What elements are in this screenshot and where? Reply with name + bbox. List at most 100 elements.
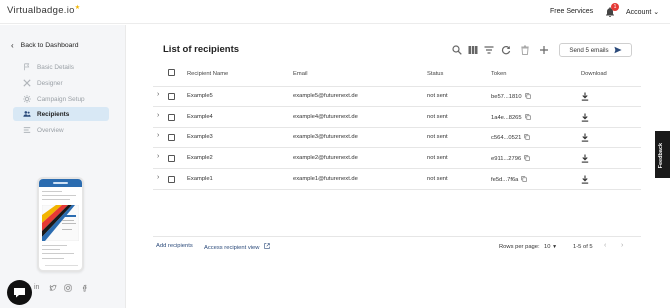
send-emails-button[interactable]: Send 5 emails bbox=[559, 43, 632, 57]
search-icon[interactable] bbox=[452, 45, 462, 55]
download-icon[interactable] bbox=[581, 113, 589, 122]
add-recipients-link[interactable]: Add recipients bbox=[156, 243, 193, 249]
token-value: c564...0521 bbox=[491, 135, 522, 141]
chevron-down-icon: ⌄ bbox=[653, 9, 660, 16]
instagram-icon[interactable] bbox=[64, 284, 72, 292]
table-row[interactable]: › Example2 example2@futurenext.de not sent e… bbox=[153, 148, 641, 169]
recipient-name: Example3 bbox=[187, 134, 213, 140]
column-header-name[interactable]: Recipient Name bbox=[187, 71, 228, 77]
certificate-preview-icon bbox=[42, 205, 79, 241]
recipient-email: example2@futurenext.de bbox=[293, 155, 358, 161]
sidebar-item-label: Campaign Setup bbox=[37, 95, 85, 103]
recipient-email: example5@futurenext.de bbox=[293, 93, 358, 99]
chat-button[interactable] bbox=[7, 280, 32, 305]
linkedin-icon[interactable]: in bbox=[34, 284, 39, 291]
copy-icon[interactable] bbox=[524, 93, 531, 99]
token-value: fe5d...7f6a bbox=[491, 177, 519, 183]
plus-icon[interactable] bbox=[539, 45, 549, 55]
token-value: e911...2796 bbox=[491, 156, 522, 162]
sidebar-item-campaign-setup[interactable]: Campaign Setup bbox=[13, 92, 109, 106]
copy-icon[interactable] bbox=[524, 155, 530, 161]
recipient-token: 1a4e...8265 bbox=[491, 114, 531, 121]
recipient-token: be57...1810 bbox=[491, 93, 531, 100]
download-icon[interactable] bbox=[581, 133, 589, 142]
account-menu[interactable]: Account ⌄ bbox=[626, 8, 659, 16]
recipient-status: not sent bbox=[427, 176, 448, 182]
tools-icon bbox=[23, 79, 31, 87]
column-header-download[interactable]: Download bbox=[581, 71, 607, 77]
sidebar-item-basic-details[interactable]: Basic Details bbox=[13, 60, 109, 74]
sidebar-item-label: Designer bbox=[37, 79, 63, 87]
recipient-token: c564...0521 bbox=[491, 134, 531, 141]
expand-row-icon[interactable]: › bbox=[157, 132, 159, 139]
rows-per-page-value: 10 bbox=[544, 244, 551, 250]
account-label: Account bbox=[626, 9, 652, 16]
logo-suffix: .io bbox=[63, 5, 75, 16]
recipient-email: example4@futurenext.de bbox=[293, 114, 358, 120]
recipient-name: Example1 bbox=[187, 176, 213, 182]
flag-icon bbox=[24, 63, 30, 71]
recipient-status: not sent bbox=[427, 134, 448, 140]
filter-icon[interactable] bbox=[484, 45, 494, 55]
mobile-preview-image bbox=[37, 177, 84, 272]
recipient-status: not sent bbox=[427, 114, 448, 120]
next-page-button[interactable]: › bbox=[621, 242, 623, 249]
dropdown-arrow-icon: ▼ bbox=[552, 244, 558, 250]
free-services-link[interactable]: Free Services bbox=[550, 8, 593, 15]
row-checkbox[interactable] bbox=[168, 114, 175, 121]
refresh-icon[interactable] bbox=[501, 45, 511, 55]
sidebar-item-overview[interactable]: Overview bbox=[13, 123, 109, 137]
star-icon: ★ bbox=[74, 5, 81, 11]
access-recipient-view-link[interactable]: Access recipient view bbox=[204, 243, 270, 251]
download-icon[interactable] bbox=[581, 92, 589, 101]
column-header-email[interactable]: Email bbox=[293, 71, 308, 77]
expand-row-icon[interactable]: › bbox=[157, 91, 159, 98]
row-checkbox[interactable] bbox=[168, 93, 175, 100]
twitter-icon[interactable] bbox=[49, 284, 57, 292]
copy-icon[interactable] bbox=[524, 114, 531, 120]
expand-row-icon[interactable]: › bbox=[157, 112, 159, 119]
copy-icon[interactable] bbox=[524, 134, 531, 140]
feedback-label: Feedback bbox=[658, 143, 664, 169]
sidebar-item-designer[interactable]: Designer bbox=[13, 76, 109, 90]
recipient-status: not sent bbox=[427, 93, 448, 99]
send-icon bbox=[614, 46, 622, 54]
table-row[interactable]: › Example4 example4@futurenext.de not sent 1… bbox=[153, 107, 641, 128]
table-row[interactable]: › Example3 example3@futurenext.de not sent c… bbox=[153, 127, 641, 148]
notification-badge: 1 bbox=[611, 3, 619, 11]
facebook-icon[interactable] bbox=[81, 284, 89, 292]
table-row[interactable]: › Example1 example1@futurenext.de not sent f… bbox=[153, 169, 641, 190]
columns-icon[interactable] bbox=[468, 45, 478, 55]
download-icon[interactable] bbox=[581, 154, 589, 163]
rows-per-page-select[interactable]: 10 ▼ bbox=[544, 244, 557, 250]
recipient-name: Example4 bbox=[187, 114, 213, 120]
select-all-checkbox[interactable] bbox=[168, 69, 175, 76]
table-header: Recipient Name Email Status Token Downlo… bbox=[153, 65, 641, 87]
logo[interactable]: Virtualbadge.io★ bbox=[7, 5, 80, 16]
sidebar-item-label: Overview bbox=[37, 126, 64, 134]
chevron-left-icon: ‹ bbox=[11, 41, 14, 50]
trash-icon[interactable] bbox=[520, 45, 530, 55]
download-icon[interactable] bbox=[581, 175, 589, 184]
sidebar-item-label: Basic Details bbox=[37, 63, 74, 71]
page-title: List of recipients bbox=[163, 44, 240, 55]
token-value: 1a4e...8265 bbox=[491, 115, 522, 121]
table-row[interactable]: › Example5 example5@futurenext.de not sent b… bbox=[153, 86, 641, 107]
row-checkbox[interactable] bbox=[168, 176, 175, 183]
column-header-status[interactable]: Status bbox=[427, 71, 443, 77]
recipient-email: example1@futurenext.de bbox=[293, 176, 358, 182]
pagination-range: 1-5 of 5 bbox=[573, 244, 593, 250]
token-value: be57...1810 bbox=[491, 94, 522, 100]
back-to-dashboard-link[interactable]: ‹ Back to Dashboard bbox=[11, 41, 78, 50]
row-checkbox[interactable] bbox=[168, 134, 175, 141]
previous-page-button[interactable]: ‹ bbox=[604, 242, 606, 249]
recipient-token: e911...2796 bbox=[491, 155, 530, 162]
expand-row-icon[interactable]: › bbox=[157, 153, 159, 160]
row-checkbox[interactable] bbox=[168, 155, 175, 162]
copy-icon[interactable] bbox=[521, 176, 528, 182]
expand-row-icon[interactable]: › bbox=[157, 174, 159, 181]
chat-icon bbox=[14, 288, 25, 298]
column-header-token[interactable]: Token bbox=[491, 71, 506, 77]
sidebar-item-recipients[interactable]: Recipients bbox=[13, 107, 109, 121]
feedback-tab[interactable]: Feedback bbox=[655, 131, 670, 178]
